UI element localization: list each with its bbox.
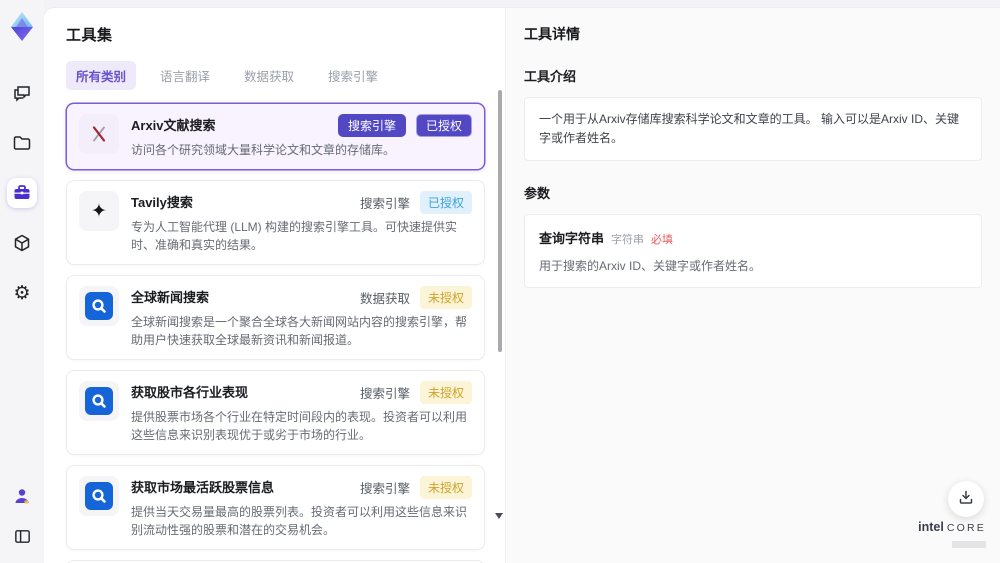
tool-auth-badge: 未授权 — [419, 286, 472, 309]
cube-icon — [12, 233, 32, 253]
tool-description: 专为人工智能代理 (LLM) 构建的搜索引擎工具。可快速提供实时、准确和真实的结… — [131, 220, 458, 252]
tool-category-badge: 搜索引擎 — [337, 114, 406, 137]
tool-auth-badge: 已授权 — [415, 114, 472, 137]
tool-description: 访问各个研究领域大量科学论文和文章的存储库。 — [131, 143, 396, 157]
tool-badges: 数据获取 未授权 — [360, 286, 472, 309]
user-icon — [12, 486, 32, 506]
param-type: 字符串 — [611, 234, 645, 247]
tool-name: 获取市场最活跃股票信息 — [131, 480, 275, 495]
param-box: 查询字符串 字符串 必填 用于搜索的Arxiv ID、关键字或作者姓名。 — [524, 214, 982, 289]
sidebar-item-files[interactable] — [7, 128, 37, 158]
tool-name: 获取股市各行业表现 — [131, 385, 249, 400]
tool-auth-badge: 未授权 — [419, 476, 472, 499]
page-title: 工具集 — [66, 27, 113, 44]
tool-category-badge: 搜索引擎 — [359, 387, 410, 401]
intro-section-title: 工具介绍 — [524, 69, 577, 84]
magnifier-blue-icon — [79, 381, 119, 421]
param-description: 用于搜索的Arxiv ID、关键字或作者姓名。 — [539, 259, 762, 274]
left-rail: ⚙ — [0, 0, 44, 563]
download-button[interactable] — [948, 481, 984, 517]
tool-category-badge: 搜索引擎 — [359, 197, 410, 211]
tool-name: 全球新闻搜索 — [131, 290, 210, 305]
panel-toggle-icon — [13, 527, 32, 546]
scroll-down-caret-icon[interactable] — [495, 513, 503, 519]
tool-category-badge: 搜索引擎 — [359, 482, 410, 496]
brand-core-text: core — [946, 521, 986, 534]
tool-description: 全球新闻搜索是一个聚合全球各大新闻网站内容的搜索引擎，帮助用户快速获取全球最新资… — [131, 315, 468, 347]
download-icon — [958, 489, 974, 510]
sidebar-item-models[interactable] — [7, 228, 37, 258]
category-tab-1[interactable]: 语言翻译 — [150, 61, 220, 90]
category-tab-2[interactable]: 数据获取 — [234, 61, 304, 90]
category-tabs: 所有类别 语言翻译 数据获取 搜索引擎 — [66, 61, 485, 90]
brand-sub-bar — [952, 541, 986, 549]
tool-badges: 搜索引擎 已授权 — [360, 191, 472, 214]
tool-intro-box: 一个用于从Arxiv存储库搜索科学论文和文章的工具。 输入可以是Arxiv ID… — [524, 97, 982, 162]
intel-core-logo: intel core — [918, 518, 986, 553]
app-logo-gem-icon[interactable] — [6, 10, 38, 44]
tool-card-3[interactable]: 获取股市各行业表现 搜索引擎 未授权 提供股票市场各个行业在特定时间段内的表现。投… — [66, 370, 485, 455]
category-tab-0[interactable]: 所有类别 — [66, 61, 137, 90]
params-section-title: 参数 — [524, 186, 551, 202]
magnifier-blue-icon — [79, 476, 119, 516]
gear-icon: ⚙ — [13, 282, 31, 304]
briefcase-icon — [12, 183, 32, 203]
list-scrollbar[interactable] — [498, 90, 502, 352]
collapse-panel-button[interactable] — [7, 521, 37, 551]
tool-detail-pane: 工具详情 工具介绍 一个用于从Arxiv存储库搜索科学论文和文章的工具。 输入可… — [505, 8, 1000, 563]
detail-title: 工具详情 — [524, 26, 580, 42]
tool-card-2[interactable]: 全球新闻搜索 数据获取 未授权 全球新闻搜索是一个聚合全球各大新闻网站内容的搜索引… — [66, 275, 485, 360]
category-tab-3[interactable]: 搜索引擎 — [318, 61, 388, 90]
tool-category-badge: 数据获取 — [359, 292, 410, 306]
tool-card-1[interactable]: ✦ Tavily搜索 搜索引擎 已授权 专为人工智能代理 (LLM) 构建的搜索引… — [66, 180, 485, 265]
tool-card-0[interactable]: Arxiv文献搜索 搜索引擎 已授权 访问各个研究领域大量科学论文和文章的存储库。 — [66, 103, 485, 170]
tool-description: 提供股票市场各个行业在特定时间段内的表现。投资者可以利用这些信息来识别表现优于或… — [131, 410, 468, 442]
magnifier-blue-icon — [79, 286, 119, 326]
tool-name: Tavily搜索 — [131, 195, 193, 210]
sidebar-item-toolset[interactable] — [7, 178, 37, 208]
tool-auth-badge: 已授权 — [419, 191, 472, 214]
arxiv-logo-icon — [79, 114, 119, 154]
brand-intel-text: intel — [918, 519, 944, 534]
tool-description: 提供当天交易量最高的股票列表。投资者可以利用这些信息来识别流动性强的股票和潜在的… — [131, 505, 468, 537]
main-surface: 工具集 所有类别 语言翻译 数据获取 搜索引擎 Arxiv文献搜索 搜索引擎 已授权 访… — [44, 8, 1000, 563]
tool-badges: 搜索引擎 未授权 — [360, 381, 472, 404]
tool-badges: 搜索引擎 已授权 — [337, 114, 472, 137]
toolset-pane: 工具集 所有类别 语言翻译 数据获取 搜索引擎 Arxiv文献搜索 搜索引擎 已授权 访… — [44, 8, 505, 563]
user-avatar[interactable] — [7, 481, 37, 511]
tool-auth-badge: 未授权 — [419, 381, 472, 404]
folder-icon — [12, 133, 32, 153]
tool-name: Arxiv文献搜索 — [131, 118, 216, 133]
sidebar-item-chat[interactable] — [7, 78, 37, 108]
param-name: 查询字符串 — [539, 231, 605, 247]
tool-list: Arxiv文献搜索 搜索引擎 已授权 访问各个研究领域大量科学论文和文章的存储库。… — [66, 103, 485, 563]
sidebar-item-settings[interactable]: ⚙ — [7, 278, 37, 308]
param-required-badge: 必填 — [651, 234, 674, 247]
chat-icon — [12, 83, 32, 103]
tool-badges: 搜索引擎 未授权 — [360, 476, 472, 499]
tool-card-4[interactable]: 获取市场最活跃股票信息 搜索引擎 未授权 提供当天交易量最高的股票列表。投资者可以… — [66, 465, 485, 550]
sparkle-icon: ✦ — [79, 191, 119, 231]
